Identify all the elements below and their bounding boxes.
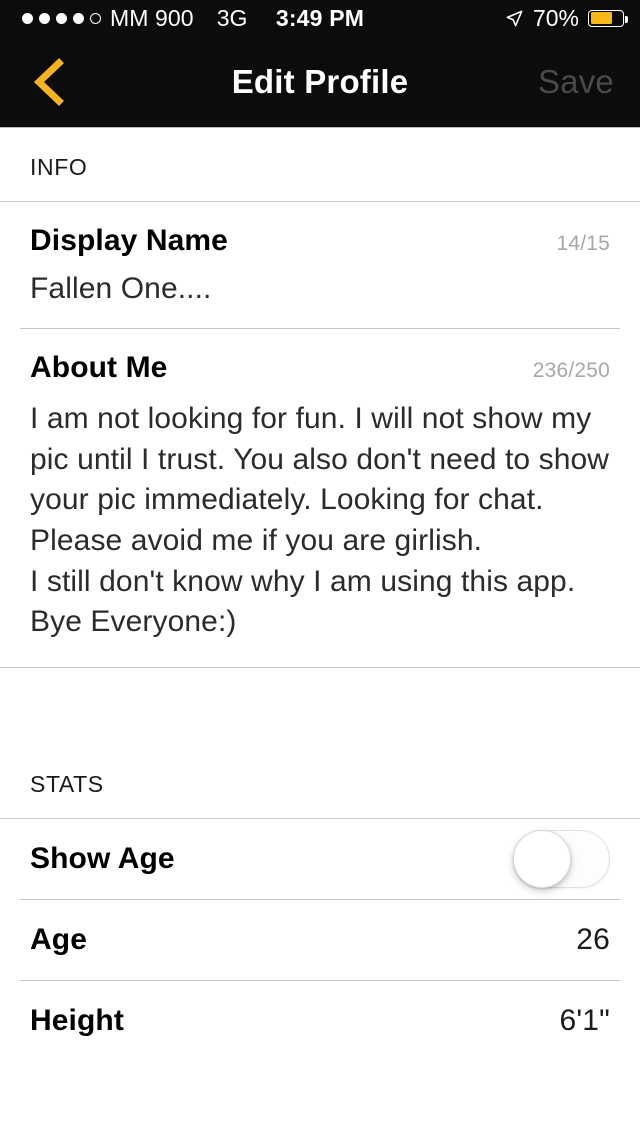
field-header: About Me 236/250	[30, 329, 610, 385]
stat-label-age: Age	[30, 923, 87, 957]
stat-row-height[interactable]: Height 6'1"	[0, 981, 640, 1061]
char-counter-display-name: 14/15	[556, 232, 610, 256]
battery-percent-label: 70%	[533, 5, 579, 32]
field-row-display-name[interactable]: Display Name 14/15 Fallen One....	[0, 202, 640, 328]
status-bar-right: 70%	[505, 5, 624, 32]
field-label-about-me: About Me	[30, 351, 167, 385]
location-arrow-icon	[505, 9, 524, 28]
edit-profile-screen: MM 900 3G 3:49 PM 70% Edit Profile Save …	[0, 0, 640, 1136]
field-value-display-name[interactable]: Fallen One....	[30, 258, 610, 328]
stat-label-height: Height	[30, 1004, 124, 1038]
field-value-about-me[interactable]: I am not looking for fun. I will not sho…	[30, 385, 610, 667]
save-button[interactable]: Save	[538, 63, 614, 101]
stat-label-show-age: Show Age	[30, 842, 175, 876]
field-row-about-me[interactable]: About Me 236/250 I am not looking for fu…	[0, 329, 640, 667]
settings-list: INFO Display Name 14/15 Fallen One.... A…	[0, 129, 640, 1061]
stat-row-show-age[interactable]: Show Age	[0, 819, 640, 899]
stat-row-age[interactable]: Age 26	[0, 900, 640, 980]
stat-value-age: 26	[576, 923, 610, 957]
show-age-toggle[interactable]	[513, 830, 610, 888]
status-bar: MM 900 3G 3:49 PM 70%	[0, 0, 640, 36]
char-counter-about-me: 236/250	[533, 359, 610, 383]
stat-value-height: 6'1"	[559, 1004, 610, 1038]
section-header-info: INFO	[0, 129, 640, 201]
field-header: Display Name 14/15	[30, 202, 610, 258]
field-label-display-name: Display Name	[30, 224, 228, 258]
toggle-knob	[513, 830, 571, 888]
navigation-bar: Edit Profile Save	[0, 36, 640, 128]
battery-icon	[588, 10, 624, 27]
section-gap	[0, 668, 640, 746]
section-header-stats: STATS	[0, 746, 640, 818]
